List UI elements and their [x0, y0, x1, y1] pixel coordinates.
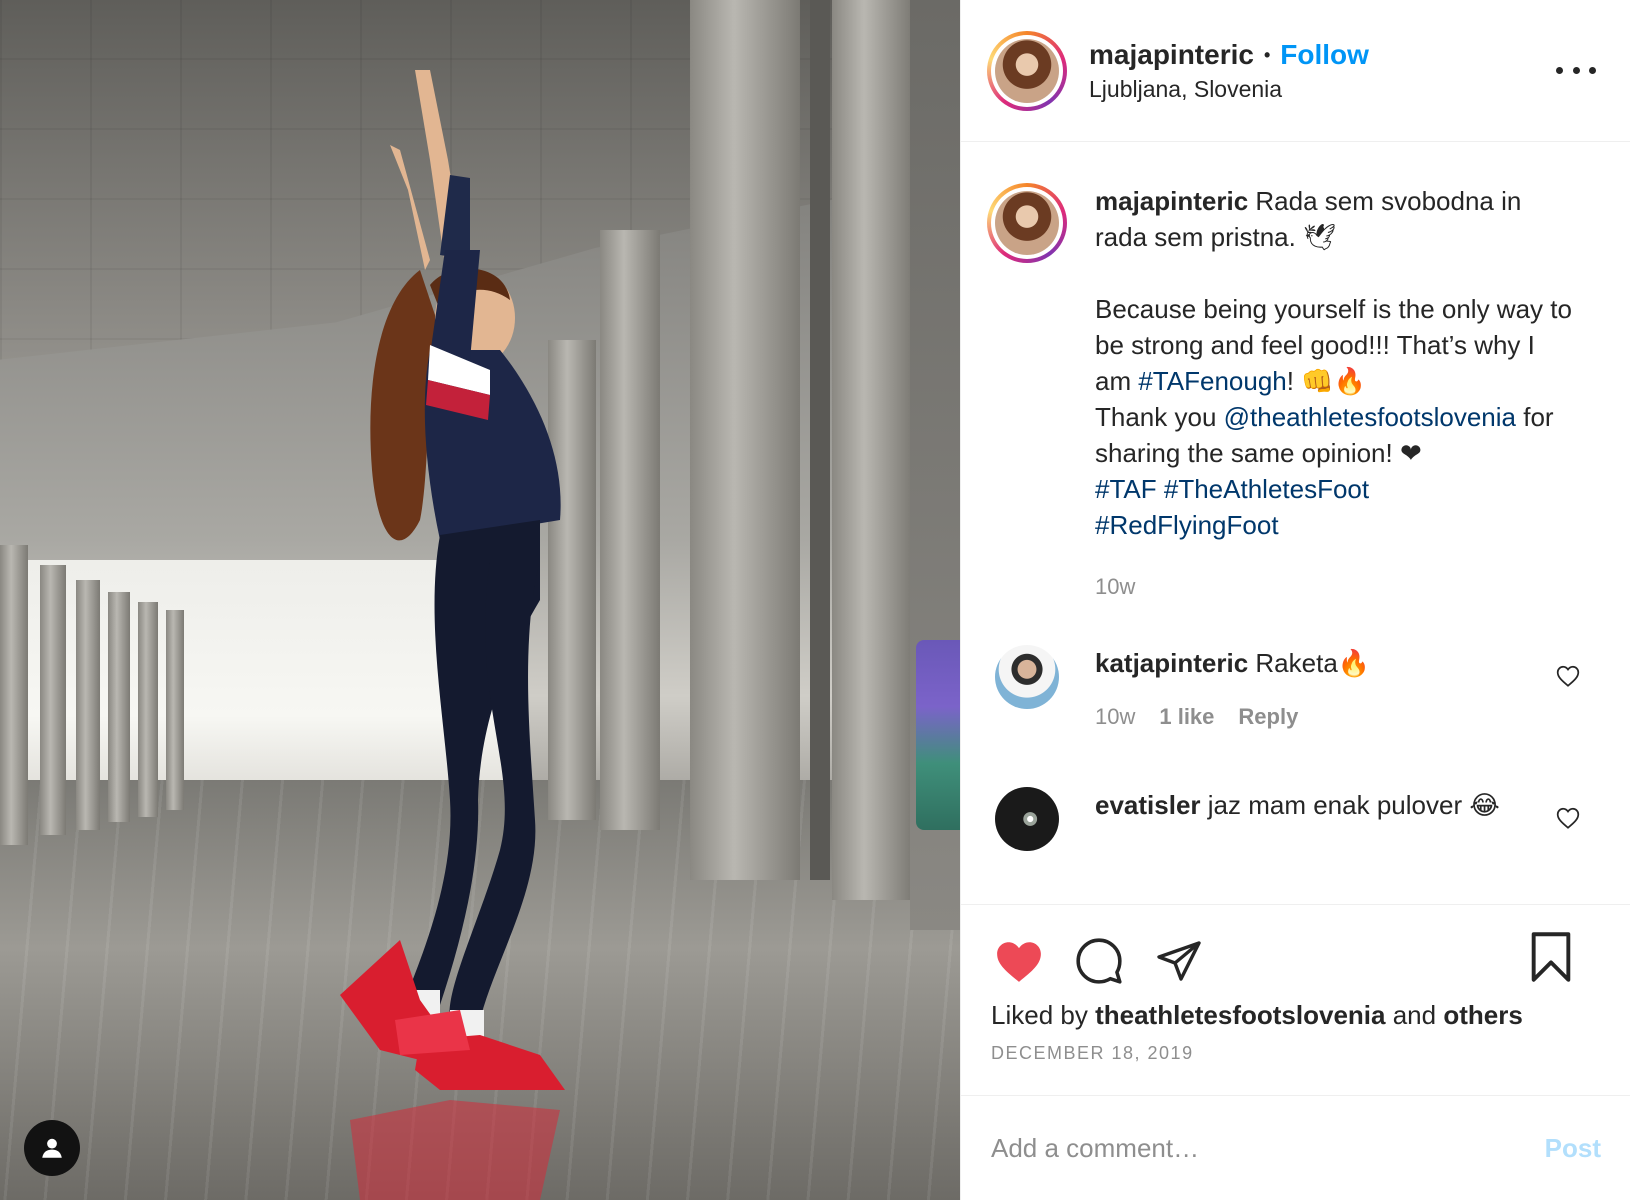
liked-by: Liked by theathletesfootslovenia and oth…	[961, 997, 1630, 1033]
mention-link[interactable]: @theathletesfootslovenia	[1224, 402, 1516, 432]
bookmark-icon	[1531, 932, 1571, 982]
hashtag-link[interactable]: #TAF	[1095, 474, 1157, 504]
author-avatar[interactable]	[987, 30, 1067, 111]
hashtag-link[interactable]: #RedFlyingFoot	[1095, 510, 1279, 540]
post-header: majapinteric • Follow Ljubljana, Sloveni…	[961, 0, 1630, 142]
post-location[interactable]: Ljubljana, Slovenia	[1089, 73, 1369, 105]
commenter-avatar[interactable]	[995, 787, 1059, 851]
post-sidebar: majapinteric • Follow Ljubljana, Sloveni…	[960, 0, 1630, 1200]
liked-by-and: and	[1385, 1000, 1444, 1030]
share-icon	[1157, 941, 1201, 981]
separator: •	[1263, 44, 1271, 65]
photo-dancer	[340, 70, 565, 1200]
comment-username[interactable]: katjapinteric	[1095, 648, 1248, 678]
comment-input[interactable]	[991, 1132, 1545, 1164]
share-button[interactable]	[1151, 933, 1207, 989]
avatar-image	[995, 191, 1059, 255]
instagram-post: majapinteric • Follow Ljubljana, Sloveni…	[0, 0, 1630, 1200]
liked-by-others[interactable]: others	[1443, 1000, 1522, 1030]
comment-item: katjapinteric Raketa🔥 10w 1 like Reply	[961, 645, 1630, 735]
comment-item: evatisler jaz mam enak pulover 😂	[961, 787, 1630, 851]
comment-text: jaz mam enak pulover 😂	[1207, 790, 1500, 820]
follow-button[interactable]: Follow	[1280, 37, 1369, 73]
comment-likes[interactable]: 1 like	[1159, 699, 1214, 735]
caption-text-part: ! 👊🔥	[1286, 366, 1366, 396]
comment-username[interactable]: evatisler	[1095, 790, 1201, 820]
heart-icon[interactable]	[1555, 805, 1581, 831]
liked-by-user[interactable]: theathletesfootslovenia	[1095, 1000, 1385, 1030]
liked-by-prefix: Liked by	[991, 1000, 1096, 1030]
hashtag-link[interactable]: #TheAthletesFoot	[1164, 474, 1369, 504]
post-actions: Liked by theathletesfootslovenia and oth…	[961, 904, 1630, 1094]
account-icon	[42, 1138, 62, 1158]
caption: majapinteric Rada sem svobodna in rada s…	[961, 143, 1630, 605]
caption-age[interactable]: 10w	[1095, 569, 1575, 605]
comment-icon	[1076, 938, 1122, 984]
post-comment-button[interactable]: Post	[1545, 1133, 1601, 1164]
hashtag-link[interactable]: #TAFenough	[1138, 366, 1286, 396]
more-options-icon[interactable]	[1556, 56, 1596, 84]
comment-text: Raketa🔥	[1255, 648, 1371, 678]
caption-avatar[interactable]	[987, 183, 1067, 263]
caption-text: majapinteric Rada sem svobodna in rada s…	[1095, 183, 1575, 605]
tagged-account-button[interactable]	[24, 1120, 80, 1176]
comments-section[interactable]: majapinteric Rada sem svobodna in rada s…	[961, 143, 1630, 903]
post-date[interactable]: DECEMBER 18, 2019	[961, 1033, 1630, 1064]
commenter-avatar[interactable]	[995, 645, 1059, 709]
avatar-image	[995, 38, 1059, 103]
caption-username[interactable]: majapinteric	[1095, 186, 1248, 216]
like-button[interactable]	[991, 933, 1047, 989]
heart-icon	[997, 942, 1041, 982]
add-comment-bar: Post	[961, 1095, 1630, 1200]
author-username[interactable]: majapinteric	[1089, 37, 1254, 73]
caption-text-part: Thank you	[1095, 402, 1224, 432]
comment-age[interactable]: 10w	[1095, 699, 1135, 735]
reply-button[interactable]: Reply	[1238, 699, 1298, 735]
save-button[interactable]	[1523, 929, 1579, 985]
comment-button[interactable]	[1071, 933, 1127, 989]
post-photo[interactable]	[0, 0, 960, 1200]
heart-icon[interactable]	[1555, 663, 1581, 689]
